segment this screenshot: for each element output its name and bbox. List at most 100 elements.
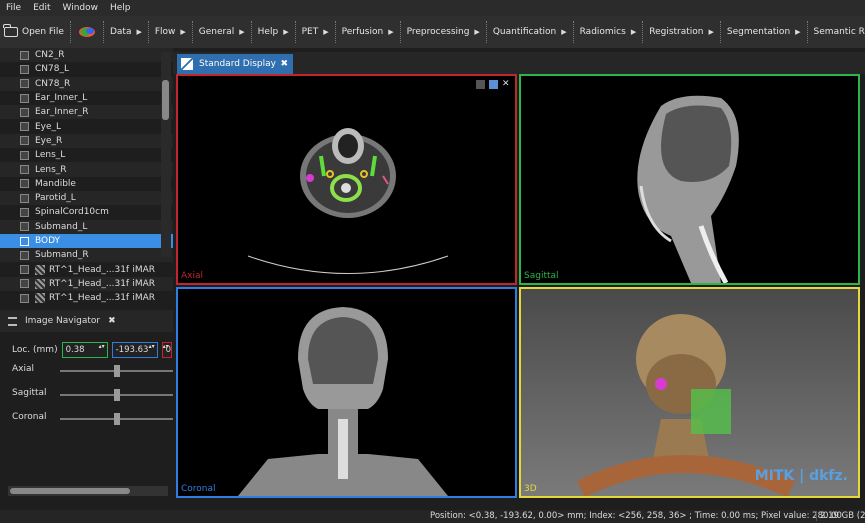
toolbar-help[interactable]: Help ▶ [254, 16, 293, 48]
menu-file[interactable]: File [0, 3, 27, 13]
axial-slider[interactable] [60, 365, 173, 377]
axial-label: Axial [181, 271, 203, 281]
maximize-icon[interactable] [489, 80, 498, 89]
coronal-slider[interactable] [60, 413, 173, 425]
checkbox-icon[interactable] [20, 79, 29, 89]
list-item-selected[interactable]: BODY [0, 233, 173, 249]
close-icon[interactable]: ✖ [108, 316, 116, 326]
list-item[interactable]: RT^1_Head_...31f iMAR [0, 262, 173, 276]
toolbar-perfusion-label: Perfusion [341, 27, 384, 37]
list-item[interactable]: CN2_R [0, 48, 173, 63]
toolbar-flow[interactable]: Flow ▶ [151, 16, 190, 48]
checkbox-icon[interactable] [20, 279, 29, 289]
sagittal-view[interactable]: Sagittal [519, 74, 860, 285]
x-coordinate-field[interactable]: 0.38 [61, 342, 108, 358]
list-item[interactable]: RT^1_Head_...31f iMAR [0, 291, 173, 305]
open-file-button[interactable]: Open File [0, 16, 68, 48]
list-scrollbar[interactable] [161, 52, 171, 257]
checkbox-icon[interactable] [20, 122, 29, 132]
toolbar-registration[interactable]: Registration ▶ [645, 16, 718, 48]
list-item-label: Submand_R [35, 250, 89, 261]
arrow-right-icon: ▶ [180, 28, 186, 36]
list-item-label: RT^1_Head_...31f [49, 264, 130, 275]
list-item[interactable]: Submand_L [0, 219, 173, 234]
slider-handle[interactable] [114, 389, 120, 401]
toolbar-semantic-label: Semantic Re [813, 27, 865, 37]
image-icon [35, 264, 45, 275]
slider-handle[interactable] [114, 413, 120, 425]
coronal-view[interactable]: Coronal [176, 287, 517, 498]
checkbox-icon[interactable] [20, 222, 29, 232]
menu-icon[interactable] [476, 80, 485, 89]
z-coordinate-field[interactable]: 0. [161, 342, 172, 358]
checkbox-icon[interactable] [20, 293, 29, 303]
checkbox-icon[interactable] [20, 93, 29, 103]
toolbar-separator [572, 21, 574, 43]
sagittal-slider[interactable] [60, 389, 173, 401]
color-wheel-button[interactable] [73, 16, 101, 48]
list-item[interactable]: Parotid_L [0, 190, 173, 206]
checkbox-icon[interactable] [20, 50, 29, 60]
toolbar-perfusion[interactable]: Perfusion ▶ [338, 16, 398, 48]
toolbar-semantic[interactable]: Semantic Re [810, 16, 865, 48]
list-item[interactable]: Eye_R [0, 133, 173, 149]
menu-help[interactable]: Help [104, 3, 137, 13]
location-label: Loc. (mm) [12, 345, 58, 355]
checkbox-icon[interactable] [20, 107, 29, 117]
navigator-scrollbar[interactable] [8, 486, 168, 496]
list-item[interactable]: CN78_L [0, 62, 173, 76]
axial-ct-image [247, 128, 449, 274]
toolbar-radiomics[interactable]: Radiomics ▶ [576, 16, 641, 48]
toolbar-preprocessing[interactable]: Preprocessing ▶ [403, 16, 484, 48]
list-item-label: Lens_L [35, 150, 66, 161]
toolbar-segmentation[interactable]: Segmentation ▶ [723, 16, 805, 48]
y-value: -193.63 [115, 345, 149, 355]
list-item[interactable]: Submand_R [0, 248, 173, 263]
toolbar-registration-label: Registration [649, 27, 704, 37]
list-item[interactable]: Lens_L [0, 148, 173, 162]
toolbar-pet[interactable]: PET ▶ [298, 16, 333, 48]
toolbar-general-label: General [198, 27, 235, 37]
list-item[interactable]: CN78_R [0, 76, 173, 91]
grip-icon[interactable] [8, 316, 17, 326]
list-item[interactable]: Mandible [0, 177, 173, 191]
scrollbar-thumb[interactable] [10, 488, 130, 494]
checkbox-icon[interactable] [20, 64, 29, 74]
toolbar-radiomics-label: Radiomics [579, 27, 626, 37]
axial-view[interactable]: ✕ Axial [176, 74, 517, 285]
menu-window[interactable]: Window [57, 3, 105, 13]
list-item[interactable]: Eye_L [0, 119, 173, 133]
location-row: Loc. (mm) 0.38 -193.63 0. [12, 342, 172, 358]
axial-slider-label: Axial [12, 364, 34, 374]
y-coordinate-field[interactable]: -193.63 [111, 342, 158, 358]
folder-icon [3, 24, 18, 37]
checkbox-icon[interactable] [20, 250, 29, 260]
list-item[interactable]: Lens_R [0, 162, 173, 177]
checkbox-icon[interactable] [20, 193, 29, 203]
checkbox-icon[interactable] [20, 236, 29, 246]
checkbox-icon[interactable] [20, 265, 29, 275]
list-item[interactable]: RT^1_Head_...31f iMAR [0, 276, 173, 292]
sagittal-slider-label: Sagittal [12, 388, 47, 398]
tab-standard-display[interactable]: Standard Display ✖ [177, 54, 293, 74]
coronal-slider-label: Coronal [12, 412, 47, 422]
checkbox-icon[interactable] [20, 165, 29, 175]
list-item[interactable]: Ear_Inner_R [0, 105, 173, 120]
toolbar-quantification[interactable]: Quantification ▶ [489, 16, 571, 48]
toolbar-flow-label: Flow [154, 27, 176, 37]
crosshair-icon[interactable]: ✕ [502, 80, 511, 89]
checkbox-icon[interactable] [20, 136, 29, 146]
list-item[interactable]: Ear_Inner_L [0, 91, 173, 105]
toolbar-general[interactable]: General ▶ [195, 16, 249, 48]
close-icon[interactable]: ✖ [280, 59, 288, 69]
data-manager-list: CN2_R CN78_L CN78_R Ear_Inner_L Ear_Inne… [0, 48, 173, 308]
3d-view[interactable]: MITK | dkfz. 3D [519, 287, 860, 498]
menu-edit[interactable]: Edit [27, 3, 56, 13]
checkbox-icon[interactable] [20, 150, 29, 160]
checkbox-icon[interactable] [20, 179, 29, 189]
scrollbar-thumb[interactable] [162, 80, 169, 120]
list-item[interactable]: SpinalCord10cm [0, 205, 173, 219]
toolbar-data[interactable]: Data ▶ [106, 16, 146, 48]
checkbox-icon[interactable] [20, 207, 29, 217]
slider-handle[interactable] [114, 365, 120, 377]
